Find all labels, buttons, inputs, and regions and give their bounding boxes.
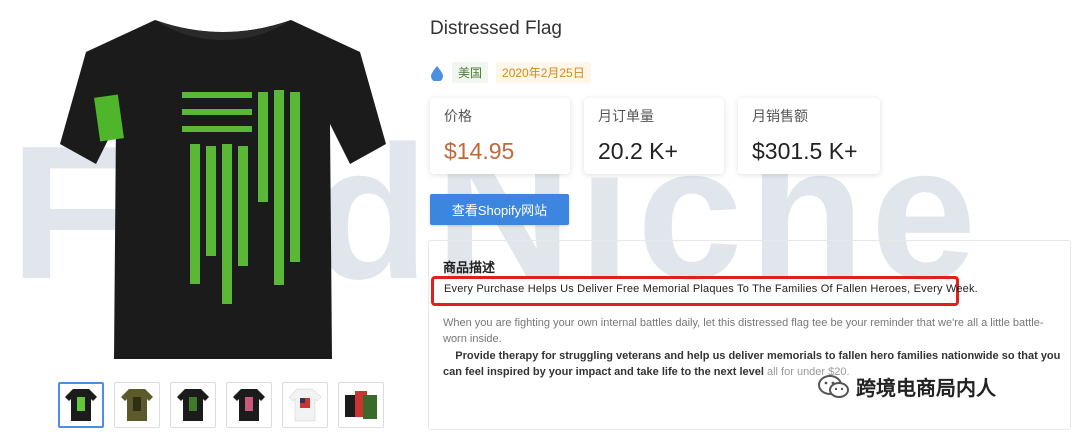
description-highlight: Every Purchase Helps Us Deliver Free Mem… <box>431 276 978 306</box>
thumbnail-black-pink[interactable] <box>226 382 272 428</box>
product-meta: 美国 2020年2月25日 <box>430 62 591 83</box>
stat-label: 价格 <box>444 108 472 124</box>
thumbnail-white-flag[interactable] <box>282 382 328 428</box>
product-main-image <box>60 20 386 359</box>
thumbnail-multi-color[interactable] <box>338 382 384 428</box>
wechat-account-name: 跨境电商局内人 <box>856 378 996 400</box>
thumbnail-olive[interactable] <box>114 382 160 428</box>
description-paragraph: When you are fighting your own internal … <box>443 317 1044 345</box>
stat-card-sales: 月销售额 $301.5 K+ <box>738 98 880 174</box>
product-title: Distressed Flag <box>430 18 562 39</box>
wechat-account-watermark: 跨境电商局内人 <box>818 372 996 401</box>
water-drop-icon <box>431 65 443 81</box>
stat-value: $14.95 <box>444 138 515 164</box>
stat-label: 月订单量 <box>598 108 654 124</box>
stat-value: 20.2 K+ <box>598 138 678 164</box>
stat-card-orders: 月订单量 20.2 K+ <box>584 98 724 174</box>
view-shopify-button[interactable]: 查看Shopify网站 <box>430 194 569 225</box>
thumbnail-black-dark[interactable] <box>170 382 216 428</box>
date-badge: 2020年2月25日 <box>496 62 591 83</box>
stat-value: $301.5 K+ <box>752 138 858 164</box>
thumbnail-black-green[interactable] <box>58 382 104 428</box>
stat-label: 月销售额 <box>752 108 808 124</box>
thumbnail-strip <box>58 382 384 428</box>
wechat-icon <box>818 374 849 398</box>
stat-card-price: 价格 $14.95 <box>430 98 570 174</box>
country-badge: 美国 <box>452 62 489 83</box>
description-title: 商品描述 <box>443 260 496 275</box>
